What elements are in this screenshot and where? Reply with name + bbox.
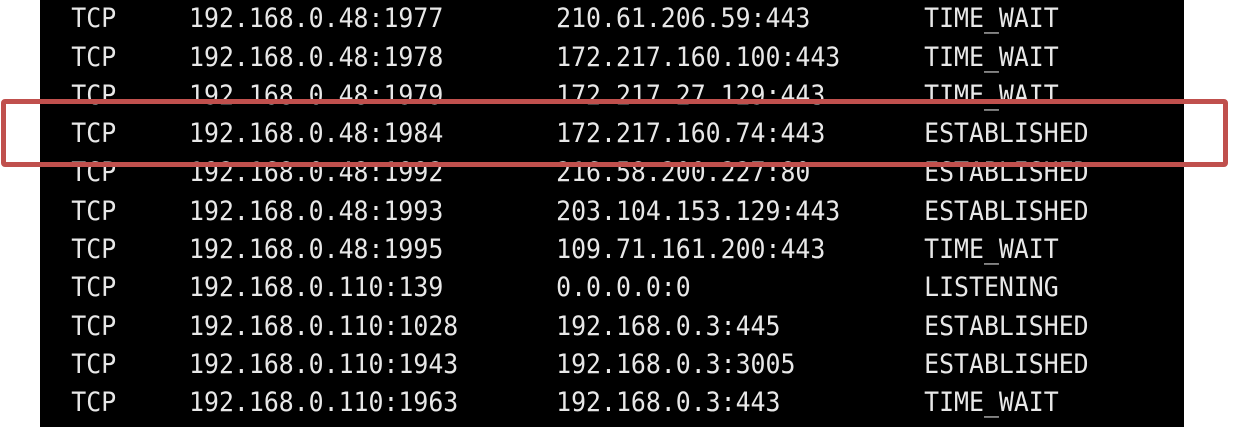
local-address-cell: 192.168.0.48:1995 (189, 234, 444, 265)
protocol-cell: TCP (71, 196, 117, 227)
local-address-cell: 192.168.0.110:1028 (189, 311, 459, 342)
state-cell: TIME_WAIT (924, 234, 1059, 265)
foreign-address-cell: 109.71.161.200:443 (556, 234, 826, 265)
local-address-cell: 192.168.0.48:1978 (189, 42, 444, 73)
connection-row: TCP 192.168.0.110:139 0.0.0.0:0 LISTENIN… (40, 269, 1092, 307)
protocol-cell: TCP (71, 42, 117, 73)
highlight-annotation-box (1, 99, 1228, 167)
foreign-address-cell: 172.217.160.100:443 (556, 42, 841, 73)
connection-row: TCP 192.168.0.48:1978 172.217.160.100:44… (40, 39, 1092, 77)
foreign-address-cell: 210.61.206.59:443 (556, 3, 811, 34)
connection-row: TCP 192.168.0.48:1995 109.71.161.200:443… (40, 231, 1092, 269)
state-cell: TIME_WAIT (924, 42, 1059, 73)
protocol-cell: TCP (71, 311, 117, 342)
local-address-cell: 192.168.0.110:1943 (189, 349, 459, 380)
state-cell: TIME_WAIT (924, 3, 1059, 34)
connection-row: TCP 192.168.0.110:1943 192.168.0.3:3005 … (40, 346, 1092, 384)
connection-row: TCP 192.168.0.48:1977 210.61.206.59:443 … (40, 0, 1092, 38)
console-window: TCP 192.168.0.48:1977 210.61.206.59:443 … (40, 0, 1184, 427)
local-address-cell: 192.168.0.110:1963 (189, 387, 459, 418)
state-cell: ESTABLISHED (924, 196, 1089, 227)
protocol-cell: TCP (71, 3, 117, 34)
local-address-cell: 192.168.0.110:139 (189, 272, 444, 303)
foreign-address-cell: 203.104.153.129:443 (556, 196, 841, 227)
protocol-cell: TCP (71, 349, 117, 380)
foreign-address-cell: 0.0.0.0:0 (556, 272, 691, 303)
local-address-cell: 192.168.0.48:1977 (189, 3, 444, 34)
foreign-address-cell: 192.168.0.3:443 (556, 387, 781, 418)
state-cell: TIME_WAIT (924, 387, 1059, 418)
local-address-cell: 192.168.0.48:1993 (189, 196, 444, 227)
foreign-address-cell: 192.168.0.3:3005 (556, 349, 796, 380)
state-cell: ESTABLISHED (924, 349, 1089, 380)
connection-row: TCP 192.168.0.110:1963 192.168.0.3:443 T… (40, 384, 1092, 422)
protocol-cell: TCP (71, 272, 117, 303)
foreign-address-cell: 192.168.0.3:445 (556, 311, 781, 342)
state-cell: ESTABLISHED (924, 311, 1089, 342)
protocol-cell: TCP (71, 387, 117, 418)
connection-row: TCP 192.168.0.110:1028 192.168.0.3:445 E… (40, 308, 1092, 346)
protocol-cell: TCP (71, 234, 117, 265)
connection-row: TCP 192.168.0.48:1993 203.104.153.129:44… (40, 193, 1092, 231)
state-cell: LISTENING (924, 272, 1059, 303)
